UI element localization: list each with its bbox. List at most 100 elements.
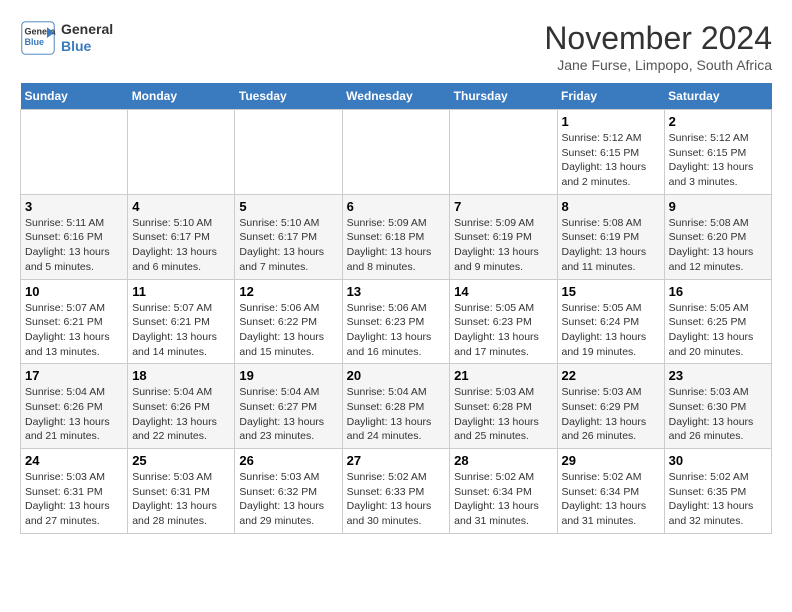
day-number: 5 (239, 199, 337, 214)
weekday-wednesday: Wednesday (342, 83, 450, 110)
day-cell: 14Sunrise: 5:05 AM Sunset: 6:23 PM Dayli… (450, 279, 557, 364)
day-number: 27 (347, 453, 446, 468)
day-number: 24 (25, 453, 123, 468)
weekday-sunday: Sunday (21, 83, 128, 110)
day-number: 21 (454, 368, 552, 383)
day-cell: 18 Sunrise: 5:04 AM Sunset: 6:26 PM Dayli… (128, 364, 235, 449)
day-cell: 8 Sunrise: 5:08 AM Sunset: 6:19 PM Daylig… (557, 194, 664, 279)
logo: General Blue General Blue (20, 20, 113, 56)
day-cell: 23Sunrise: 5:03 AM Sunset: 6:30 PM Dayli… (664, 364, 771, 449)
month-title: November 2024 (544, 20, 772, 57)
day-cell: 1 Sunrise: 5:12 AM Sunset: 6:15 PM Daylig… (557, 110, 664, 195)
day-cell: 19Sunrise: 5:04 AM Sunset: 6:27 PM Dayli… (235, 364, 342, 449)
day-info: Sunrise: 5:05 AM Sunset: 6:24 PM Dayligh… (562, 301, 660, 360)
day-number: 28 (454, 453, 552, 468)
day-info: Sunrise: 5:03 AM Sunset: 6:30 PM Dayligh… (669, 385, 767, 444)
week-row-3: 10 Sunrise: 5:07 AM Sunset: 6:21 PM Dayli… (21, 279, 772, 364)
day-cell: 11 Sunrise: 5:07 AM Sunset: 6:21 PM Dayli… (128, 279, 235, 364)
day-number: 29 (562, 453, 660, 468)
svg-text:Blue: Blue (25, 37, 45, 47)
day-number: 25 (132, 453, 230, 468)
day-number: 30 (669, 453, 767, 468)
week-row-1: 1 Sunrise: 5:12 AM Sunset: 6:15 PM Daylig… (21, 110, 772, 195)
logo-line1: General (61, 21, 113, 38)
day-info: Sunrise: 5:04 AM Sunset: 6:26 PM Dayligh… (25, 385, 123, 444)
day-cell: 5 Sunrise: 5:10 AM Sunset: 6:17 PM Daylig… (235, 194, 342, 279)
day-info: Sunrise: 5:02 AM Sunset: 6:34 PM Dayligh… (454, 470, 552, 529)
week-row-4: 17 Sunrise: 5:04 AM Sunset: 6:26 PM Dayli… (21, 364, 772, 449)
day-info: Sunrise: 5:06 AM Sunset: 6:23 PM Dayligh… (347, 301, 446, 360)
day-number: 14 (454, 284, 552, 299)
day-number: 11 (132, 284, 230, 299)
day-cell (128, 110, 235, 195)
day-number: 22 (562, 368, 660, 383)
calendar-table: SundayMondayTuesdayWednesdayThursdayFrid… (20, 83, 772, 534)
day-info: Sunrise: 5:12 AM Sunset: 6:15 PM Dayligh… (669, 131, 767, 190)
day-number: 17 (25, 368, 123, 383)
week-row-5: 24 Sunrise: 5:03 AM Sunset: 6:31 PM Dayli… (21, 449, 772, 534)
day-info: Sunrise: 5:02 AM Sunset: 6:34 PM Dayligh… (562, 470, 660, 529)
day-info: Sunrise: 5:02 AM Sunset: 6:35 PM Dayligh… (669, 470, 767, 529)
day-info: Sunrise: 5:07 AM Sunset: 6:21 PM Dayligh… (25, 301, 123, 360)
calendar-header: SundayMondayTuesdayWednesdayThursdayFrid… (21, 83, 772, 110)
day-cell: 16 Sunrise: 5:05 AM Sunset: 6:25 PM Dayli… (664, 279, 771, 364)
day-cell: 20 Sunrise: 5:04 AM Sunset: 6:28 PM Dayli… (342, 364, 450, 449)
weekday-saturday: Saturday (664, 83, 771, 110)
day-cell: 30 Sunrise: 5:02 AM Sunset: 6:35 PM Dayli… (664, 449, 771, 534)
day-cell: 12 Sunrise: 5:06 AM Sunset: 6:22 PM Dayli… (235, 279, 342, 364)
day-info: Sunrise: 5:05 AM Sunset: 6:25 PM Dayligh… (669, 301, 767, 360)
day-info: Sunrise: 5:08 AM Sunset: 6:19 PM Dayligh… (562, 216, 660, 275)
day-cell: 25Sunrise: 5:03 AM Sunset: 6:31 PM Dayli… (128, 449, 235, 534)
day-number: 13 (347, 284, 446, 299)
day-number: 26 (239, 453, 337, 468)
day-number: 18 (132, 368, 230, 383)
day-number: 16 (669, 284, 767, 299)
title-area: November 2024 Jane Furse, Limpopo, South… (544, 20, 772, 73)
subtitle: Jane Furse, Limpopo, South Africa (544, 57, 772, 73)
day-number: 20 (347, 368, 446, 383)
day-info: Sunrise: 5:04 AM Sunset: 6:28 PM Dayligh… (347, 385, 446, 444)
day-number: 6 (347, 199, 446, 214)
day-cell: 21 Sunrise: 5:03 AM Sunset: 6:28 PM Dayli… (450, 364, 557, 449)
day-info: Sunrise: 5:03 AM Sunset: 6:32 PM Dayligh… (239, 470, 337, 529)
day-cell: 6 Sunrise: 5:09 AM Sunset: 6:18 PM Daylig… (342, 194, 450, 279)
day-info: Sunrise: 5:08 AM Sunset: 6:20 PM Dayligh… (669, 216, 767, 275)
day-info: Sunrise: 5:04 AM Sunset: 6:26 PM Dayligh… (132, 385, 230, 444)
day-cell: 22Sunrise: 5:03 AM Sunset: 6:29 PM Dayli… (557, 364, 664, 449)
day-info: Sunrise: 5:11 AM Sunset: 6:16 PM Dayligh… (25, 216, 123, 275)
day-number: 3 (25, 199, 123, 214)
day-cell: 28 Sunrise: 5:02 AM Sunset: 6:34 PM Dayli… (450, 449, 557, 534)
logo-icon: General Blue (20, 20, 56, 56)
day-number: 2 (669, 114, 767, 129)
day-info: Sunrise: 5:04 AM Sunset: 6:27 PM Dayligh… (239, 385, 337, 444)
day-info: Sunrise: 5:02 AM Sunset: 6:33 PM Dayligh… (347, 470, 446, 529)
day-info: Sunrise: 5:10 AM Sunset: 6:17 PM Dayligh… (239, 216, 337, 275)
day-info: Sunrise: 5:10 AM Sunset: 6:17 PM Dayligh… (132, 216, 230, 275)
day-info: Sunrise: 5:03 AM Sunset: 6:31 PM Dayligh… (25, 470, 123, 529)
day-cell: 9 Sunrise: 5:08 AM Sunset: 6:20 PM Daylig… (664, 194, 771, 279)
day-cell: 13 Sunrise: 5:06 AM Sunset: 6:23 PM Dayli… (342, 279, 450, 364)
day-info: Sunrise: 5:03 AM Sunset: 6:28 PM Dayligh… (454, 385, 552, 444)
day-number: 12 (239, 284, 337, 299)
day-cell: 24 Sunrise: 5:03 AM Sunset: 6:31 PM Dayli… (21, 449, 128, 534)
day-info: Sunrise: 5:09 AM Sunset: 6:18 PM Dayligh… (347, 216, 446, 275)
day-cell (342, 110, 450, 195)
day-number: 8 (562, 199, 660, 214)
day-info: Sunrise: 5:07 AM Sunset: 6:21 PM Dayligh… (132, 301, 230, 360)
day-cell: 2 Sunrise: 5:12 AM Sunset: 6:15 PM Daylig… (664, 110, 771, 195)
day-number: 10 (25, 284, 123, 299)
day-info: Sunrise: 5:12 AM Sunset: 6:15 PM Dayligh… (562, 131, 660, 190)
day-cell: 27 Sunrise: 5:02 AM Sunset: 6:33 PM Dayli… (342, 449, 450, 534)
day-info: Sunrise: 5:09 AM Sunset: 6:19 PM Dayligh… (454, 216, 552, 275)
header: General Blue General Blue November 2024 … (20, 20, 772, 73)
day-cell: 29 Sunrise: 5:02 AM Sunset: 6:34 PM Dayli… (557, 449, 664, 534)
day-number: 1 (562, 114, 660, 129)
week-row-2: 3 Sunrise: 5:11 AM Sunset: 6:16 PM Daylig… (21, 194, 772, 279)
day-number: 9 (669, 199, 767, 214)
day-info: Sunrise: 5:06 AM Sunset: 6:22 PM Dayligh… (239, 301, 337, 360)
day-cell (450, 110, 557, 195)
weekday-friday: Friday (557, 83, 664, 110)
weekday-header-row: SundayMondayTuesdayWednesdayThursdayFrid… (21, 83, 772, 110)
day-cell: 7Sunrise: 5:09 AM Sunset: 6:19 PM Daylig… (450, 194, 557, 279)
day-cell (235, 110, 342, 195)
